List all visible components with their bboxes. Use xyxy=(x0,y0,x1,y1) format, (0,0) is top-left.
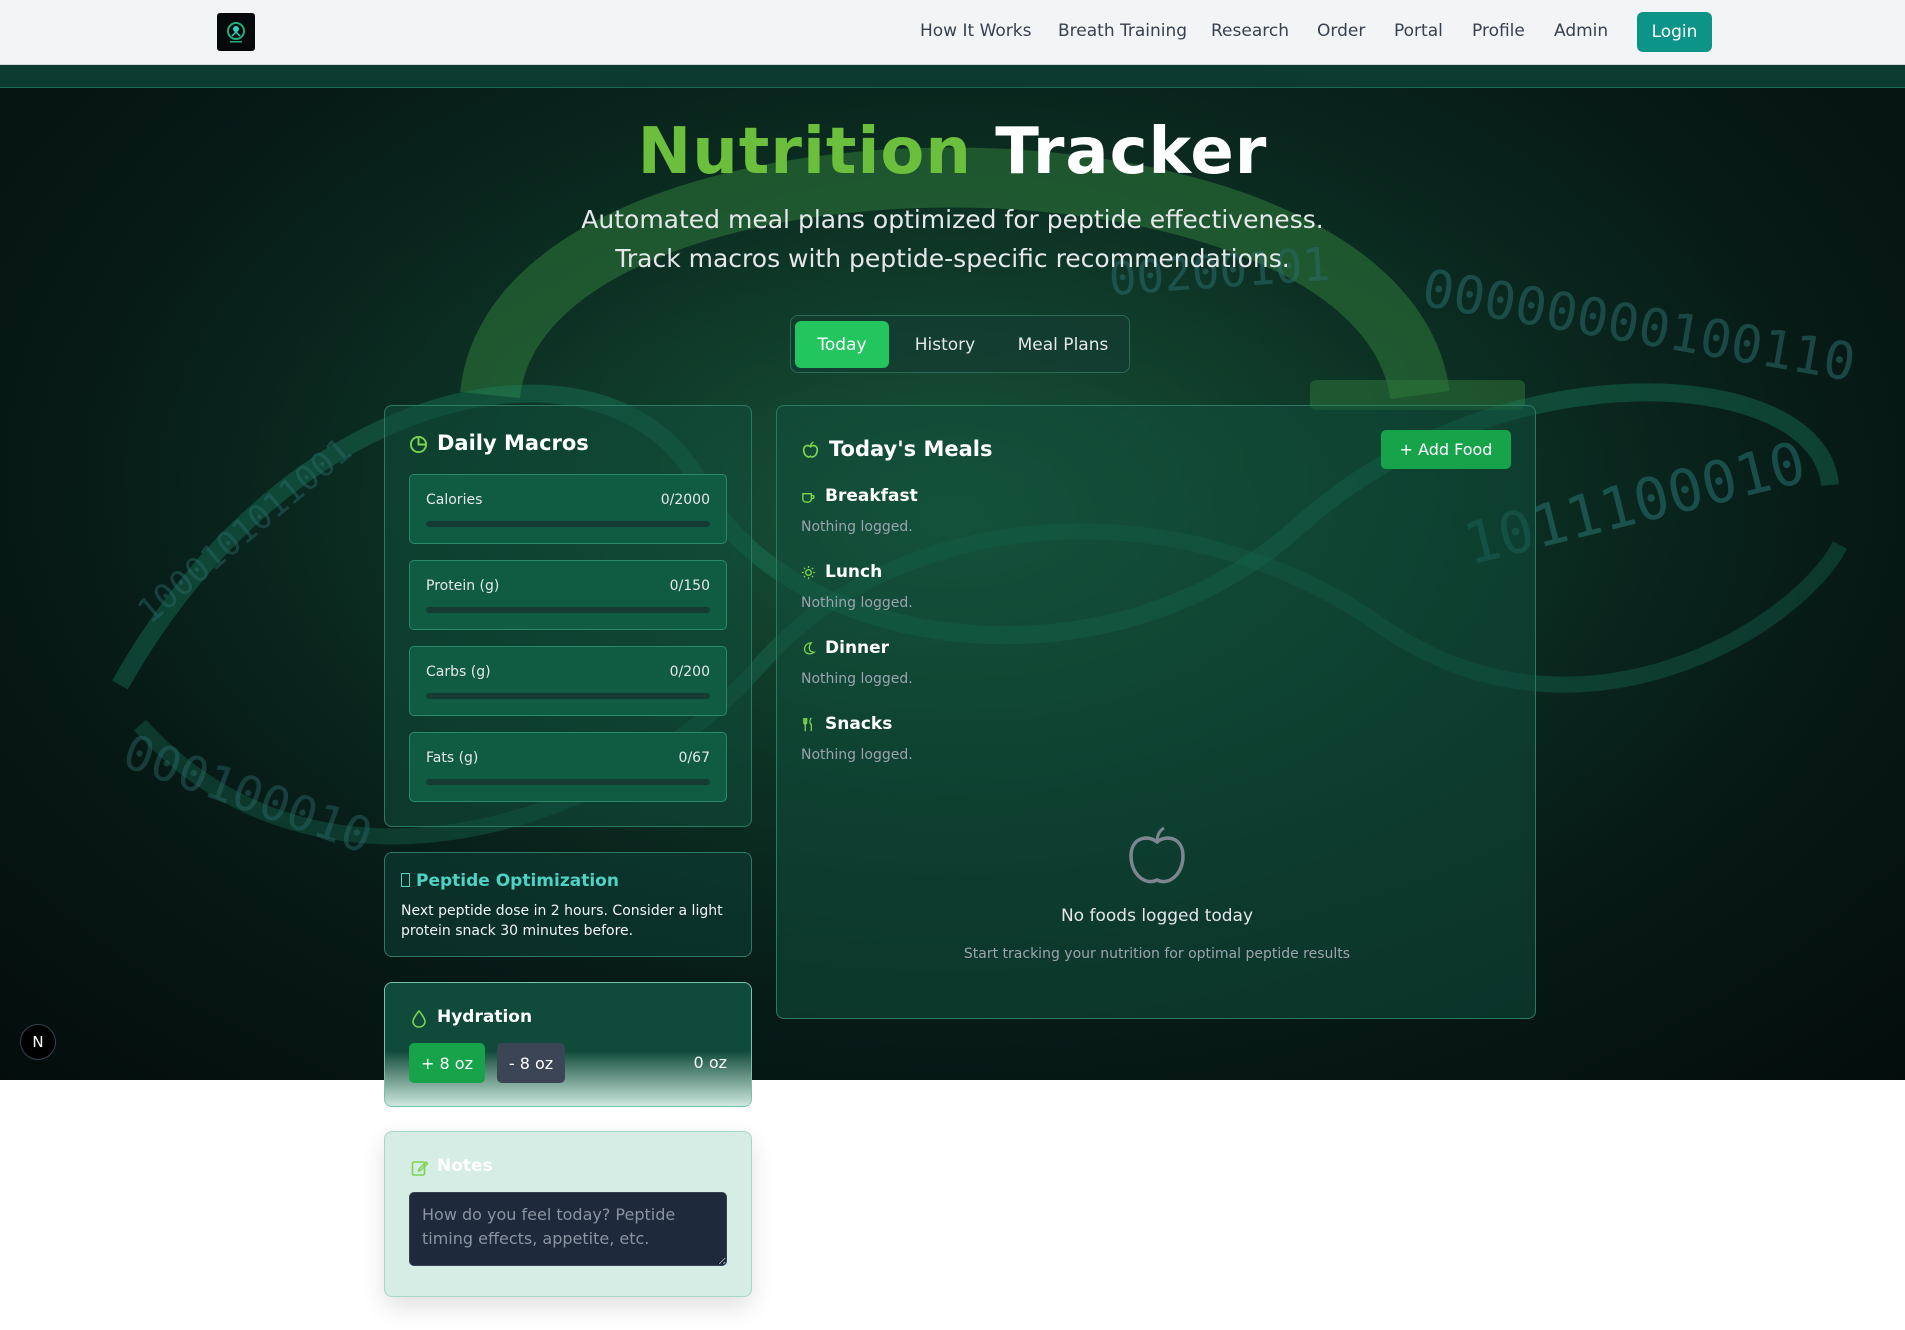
meal-heading-breakfast: Breakfast xyxy=(825,486,918,506)
utensils-icon xyxy=(803,717,812,732)
macro-carbs: Carbs (g) 0/200 xyxy=(409,646,727,716)
macro-value: 0/2000 xyxy=(660,492,710,508)
moon-icon xyxy=(803,642,816,655)
peptide-title-text: Peptide Optimization xyxy=(416,871,619,891)
daily-macros-title: Daily Macros xyxy=(437,431,589,455)
meal-heading-snacks: Snacks xyxy=(825,714,893,734)
logo-emblem-icon xyxy=(227,22,245,43)
macro-value: 0/67 xyxy=(678,750,710,766)
page-title-highlight: Nutrition xyxy=(637,115,972,189)
tab-meal-plans[interactable]: Meal Plans xyxy=(1001,321,1125,368)
dev-badge-button[interactable]: N xyxy=(20,1024,56,1060)
edit-note-icon xyxy=(411,1161,429,1176)
view-tabs: Today History Meal Plans xyxy=(790,315,1130,373)
remove-water-button[interactable]: - 8 oz xyxy=(497,1043,565,1083)
page-title-rest: Tracker xyxy=(995,115,1268,189)
add-food-button[interactable]: + Add Food xyxy=(1381,430,1511,469)
nav-research[interactable]: Research xyxy=(1211,21,1289,41)
meal-empty-dinner: Nothing logged. xyxy=(801,671,913,687)
macro-value: 0/150 xyxy=(669,578,710,594)
coffee-icon xyxy=(802,492,815,503)
sun-icon xyxy=(801,565,816,580)
hydration-panel: Hydration + 8 oz - 8 oz 0 oz xyxy=(384,982,752,1107)
add-water-button[interactable]: + 8 oz xyxy=(409,1043,485,1083)
nav-order[interactable]: Order xyxy=(1317,21,1365,41)
pill-icon xyxy=(401,873,410,887)
hydration-title: Hydration xyxy=(437,1007,533,1027)
page-title: Nutrition Tracker xyxy=(0,115,1905,189)
brand-logo[interactable] xyxy=(217,13,255,51)
hero-section: 00200101 00000000100110 1011100010 00010… xyxy=(0,65,1905,1080)
macro-progress-bar xyxy=(426,779,710,785)
macro-fats: Fats (g) 0/67 xyxy=(409,732,727,802)
notes-title: Notes xyxy=(437,1156,493,1176)
peptide-optimization-title: Peptide Optimization xyxy=(401,871,619,891)
apple-icon xyxy=(802,441,819,458)
nav-admin[interactable]: Admin xyxy=(1554,21,1608,41)
empty-state-title: No foods logged today xyxy=(1060,906,1254,926)
notes-textarea[interactable] xyxy=(409,1192,727,1266)
nav-how-it-works[interactable]: How It Works xyxy=(920,21,1031,41)
meal-heading-dinner: Dinner xyxy=(825,638,890,658)
macro-protein: Protein (g) 0/150 xyxy=(409,560,727,630)
login-button[interactable]: Login xyxy=(1637,12,1712,52)
macro-progress-bar xyxy=(426,521,710,527)
todays-meals-panel: Today's Meals + Add Food Breakfast Nothi… xyxy=(776,405,1536,1019)
empty-state-apple-icon xyxy=(1129,826,1185,884)
peptide-recommendation: Next peptide dose in 2 hours. Consider a… xyxy=(401,903,723,939)
top-navbar: How It Works Breath Training Research Or… xyxy=(0,0,1905,65)
meal-empty-snacks: Nothing logged. xyxy=(801,747,913,763)
todays-meals-title: Today's Meals xyxy=(829,437,993,461)
macro-calories: Calories 0/2000 xyxy=(409,474,727,544)
macro-label: Carbs (g) xyxy=(426,664,491,680)
tab-today[interactable]: Today xyxy=(795,321,889,368)
macro-label: Protein (g) xyxy=(426,578,500,594)
water-drop-icon xyxy=(412,1010,426,1028)
subtitle-line-2: Track macros with peptide-specific recom… xyxy=(615,244,1290,273)
macro-label: Calories xyxy=(426,492,483,508)
macro-value: 0/200 xyxy=(669,664,710,680)
meal-empty-breakfast: Nothing logged. xyxy=(801,519,913,535)
hydration-amount: 0 oz xyxy=(693,1053,727,1072)
nav-breath-training[interactable]: Breath Training xyxy=(1058,21,1187,41)
macro-label: Fats (g) xyxy=(426,750,479,766)
meal-empty-lunch: Nothing logged. xyxy=(801,595,913,611)
tab-history[interactable]: History xyxy=(893,321,997,368)
macro-progress-bar xyxy=(426,607,710,613)
peptide-optimization-panel: Peptide Optimization Next peptide dose i… xyxy=(384,852,752,957)
nav-portal[interactable]: Portal xyxy=(1394,21,1443,41)
subtitle-line-1: Automated meal plans optimized for pepti… xyxy=(581,205,1324,234)
daily-macros-panel: Daily Macros Calories 0/2000 Protein (g)… xyxy=(384,405,752,827)
macro-progress-bar xyxy=(426,693,710,699)
notes-panel: Notes xyxy=(384,1131,752,1297)
nav-profile[interactable]: Profile xyxy=(1472,21,1525,41)
empty-state-subtitle: Start tracking your nutrition for optima… xyxy=(963,946,1351,962)
pie-chart-icon xyxy=(409,435,428,454)
meal-heading-lunch: Lunch xyxy=(825,562,883,582)
